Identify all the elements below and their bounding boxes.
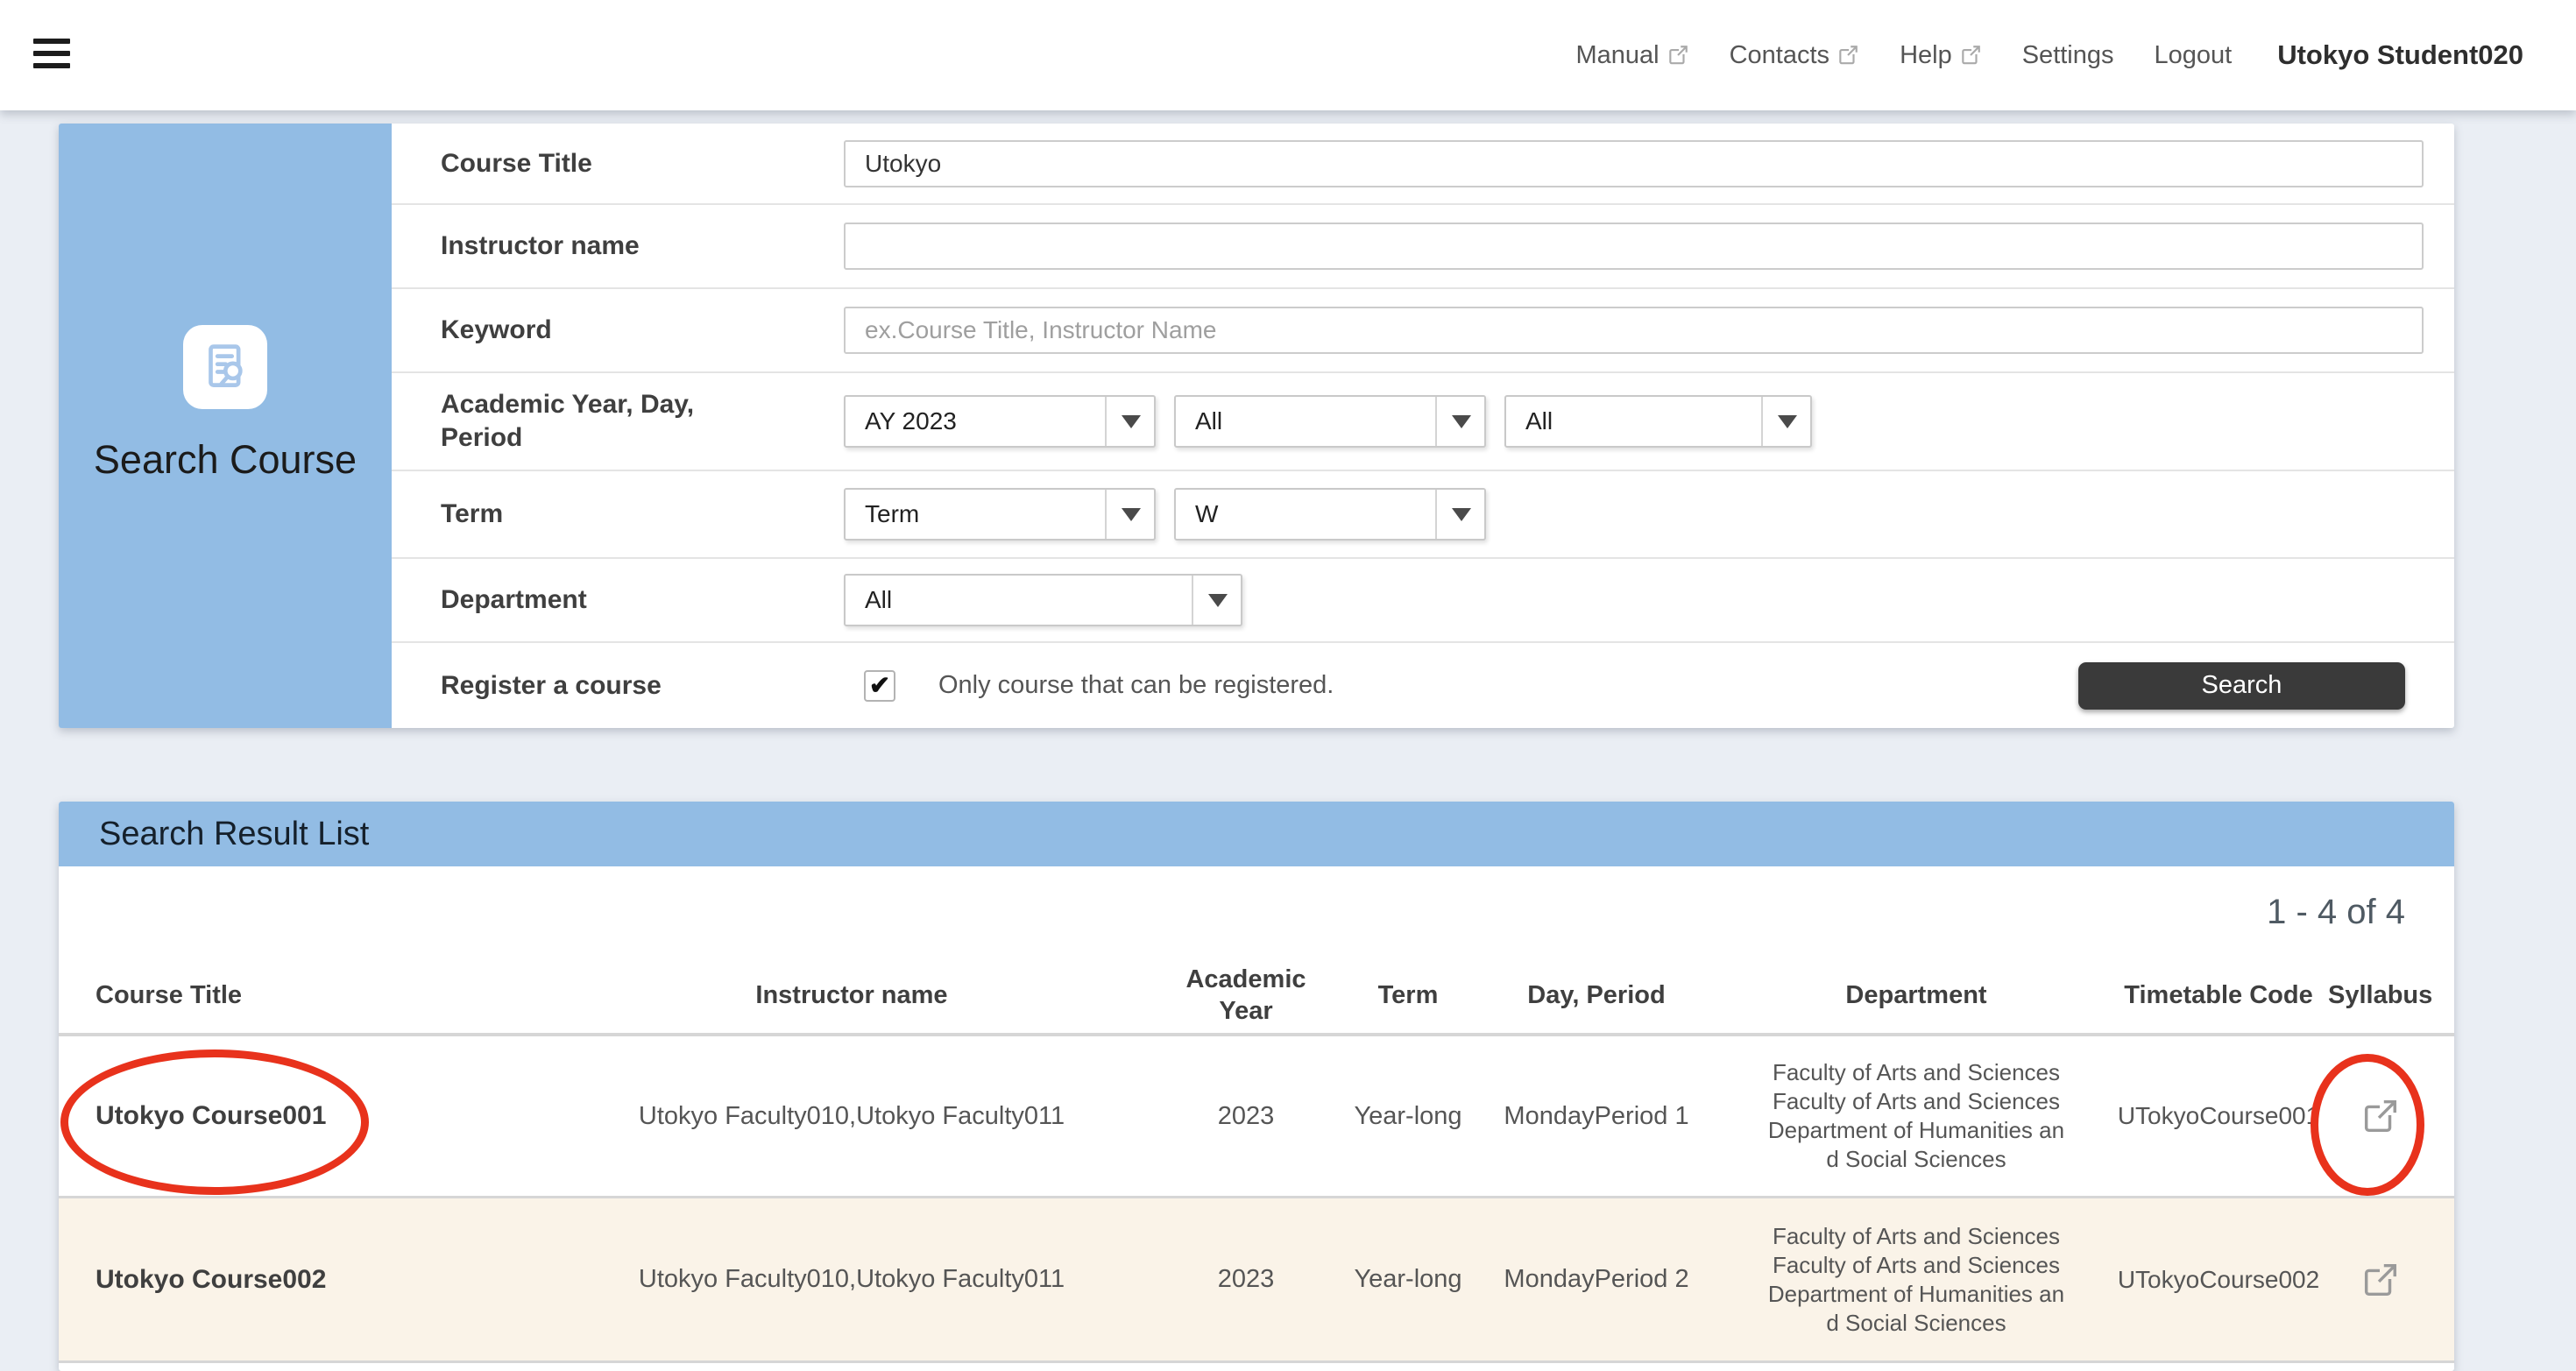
period-select[interactable]: All <box>1504 395 1812 448</box>
instructor-cell: Utokyo Faculty010,Utokyo Faculty011 <box>558 1265 1145 1294</box>
search-result-list-title: Search Result List <box>59 802 2454 866</box>
nav-help-label: Help <box>1900 41 1952 70</box>
year-cell: 2023 <box>1145 1102 1347 1131</box>
register-course-label: Register a course <box>392 669 844 703</box>
col-department: Department <box>1723 979 2109 1011</box>
col-day-period: Day, Period <box>1469 979 1723 1011</box>
department-cell: Faculty of Arts and Sciences Faculty of … <box>1723 1222 2109 1338</box>
course-title-label: Course Title <box>392 147 844 180</box>
nav-logout[interactable]: Logout <box>2155 41 2233 70</box>
timetable-code-cell: UTokyoCourse001 <box>2109 1102 2328 1130</box>
col-syllabus: Syllabus <box>2328 979 2431 1011</box>
top-navigation: Manual Contacts Help Settings Logout Uto… <box>1575 0 2523 110</box>
course-title-link[interactable]: Utokyo Course001 <box>96 1101 326 1130</box>
term-value-select[interactable]: W <box>1174 488 1486 541</box>
chevron-down-icon <box>1122 508 1141 521</box>
day-period-cell: MondayPeriod 2 <box>1469 1265 1723 1294</box>
col-instructor-name: Instructor name <box>558 979 1145 1011</box>
form-row-register: Register a course ✔ Only course that can… <box>392 643 2454 728</box>
department-select[interactable]: All <box>844 574 1242 626</box>
instructor-cell: Utokyo Faculty010,Utokyo Faculty011 <box>558 1102 1145 1131</box>
timetable-code-cell: UTokyoCourse002 <box>2109 1266 2328 1294</box>
chevron-down-icon <box>1122 415 1141 428</box>
form-row-keyword: Keyword <box>392 289 2454 373</box>
nav-contacts-label: Contacts <box>1730 41 1829 70</box>
logged-in-user: Utokyo Student020 <box>2277 39 2523 71</box>
col-course-title: Course Title <box>59 979 558 1011</box>
search-form: Course Title Instructor name Keyword Aca… <box>392 124 2454 728</box>
nav-settings[interactable]: Settings <box>2022 41 2114 70</box>
register-checkbox[interactable]: ✔ <box>864 670 895 702</box>
chevron-down-icon <box>1452 415 1471 428</box>
search-course-panel: Search Course Course Title Instructor na… <box>59 124 2454 728</box>
result-count: 1 - 4 of 4 <box>59 866 2454 958</box>
term-type-select[interactable]: Term <box>844 488 1156 541</box>
chevron-down-icon <box>1452 508 1471 521</box>
form-row-course-title: Course Title <box>392 124 2454 205</box>
department-label: Department <box>392 583 844 617</box>
syllabus-link-icon[interactable] <box>2328 1096 2431 1136</box>
external-link-icon <box>1667 44 1689 67</box>
result-row-1: Utokyo Course001 Utokyo Faculty010,Utoky… <box>59 1036 2454 1198</box>
department-cell: Faculty of Arts and Sciences Faculty of … <box>1723 1058 2109 1174</box>
register-checkbox-label: Only course that can be registered. <box>938 671 1334 700</box>
col-term: Term <box>1347 979 1469 1011</box>
page: Manual Contacts Help Settings Logout Uto… <box>0 0 2576 1371</box>
keyword-input[interactable] <box>844 307 2424 354</box>
academic-label: Academic Year, Day, Period <box>392 388 844 455</box>
term-cell: Year-long <box>1347 1102 1469 1131</box>
checkmark-icon: ✔ <box>869 670 890 701</box>
course-title-link[interactable]: Utokyo Course002 <box>96 1265 326 1294</box>
search-course-icon <box>183 325 267 409</box>
form-row-term: Term Term W <box>392 471 2454 559</box>
col-academic-year: Academic Year <box>1145 964 1347 1027</box>
form-row-academic: Academic Year, Day, Period AY 2023 All A… <box>392 373 2454 471</box>
result-table-header: Course Title Instructor name Academic Ye… <box>59 958 2454 1036</box>
chevron-down-icon <box>1778 415 1797 428</box>
day-select[interactable]: All <box>1174 395 1486 448</box>
nav-manual-label: Manual <box>1575 41 1659 70</box>
keyword-label: Keyword <box>392 314 844 347</box>
year-cell: 2023 <box>1145 1265 1347 1294</box>
external-link-icon <box>1836 44 1859 67</box>
term-label: Term <box>392 498 844 531</box>
search-button[interactable]: Search <box>2078 662 2405 710</box>
nav-manual[interactable]: Manual <box>1575 41 1688 70</box>
nav-help[interactable]: Help <box>1900 41 1982 70</box>
instructor-name-label: Instructor name <box>392 230 844 263</box>
instructor-name-input[interactable] <box>844 223 2424 270</box>
external-link-icon <box>1959 44 1982 67</box>
form-row-instructor: Instructor name <box>392 205 2454 289</box>
search-course-sidebar: Search Course <box>59 124 392 728</box>
chevron-down-icon <box>1208 594 1228 607</box>
syllabus-link-icon[interactable] <box>2328 1260 2431 1300</box>
nav-contacts[interactable]: Contacts <box>1730 41 1859 70</box>
result-row-2: Utokyo Course002 Utokyo Faculty010,Utoky… <box>59 1198 2454 1363</box>
term-cell: Year-long <box>1347 1265 1469 1294</box>
search-panel-title: Search Course <box>59 437 392 483</box>
search-result-panel: Search Result List 1 - 4 of 4 Course Tit… <box>59 802 2454 1371</box>
nav-settings-label: Settings <box>2022 41 2114 70</box>
academic-year-select[interactable]: AY 2023 <box>844 395 1156 448</box>
course-title-input[interactable] <box>844 140 2424 187</box>
nav-logout-label: Logout <box>2155 41 2233 70</box>
col-timetable-code: Timetable Code <box>2109 979 2328 1011</box>
hamburger-menu-icon[interactable] <box>33 39 70 68</box>
day-period-cell: MondayPeriod 1 <box>1469 1102 1723 1131</box>
top-header-bar: Manual Contacts Help Settings Logout Uto… <box>0 0 2576 110</box>
form-row-department: Department All <box>392 559 2454 643</box>
